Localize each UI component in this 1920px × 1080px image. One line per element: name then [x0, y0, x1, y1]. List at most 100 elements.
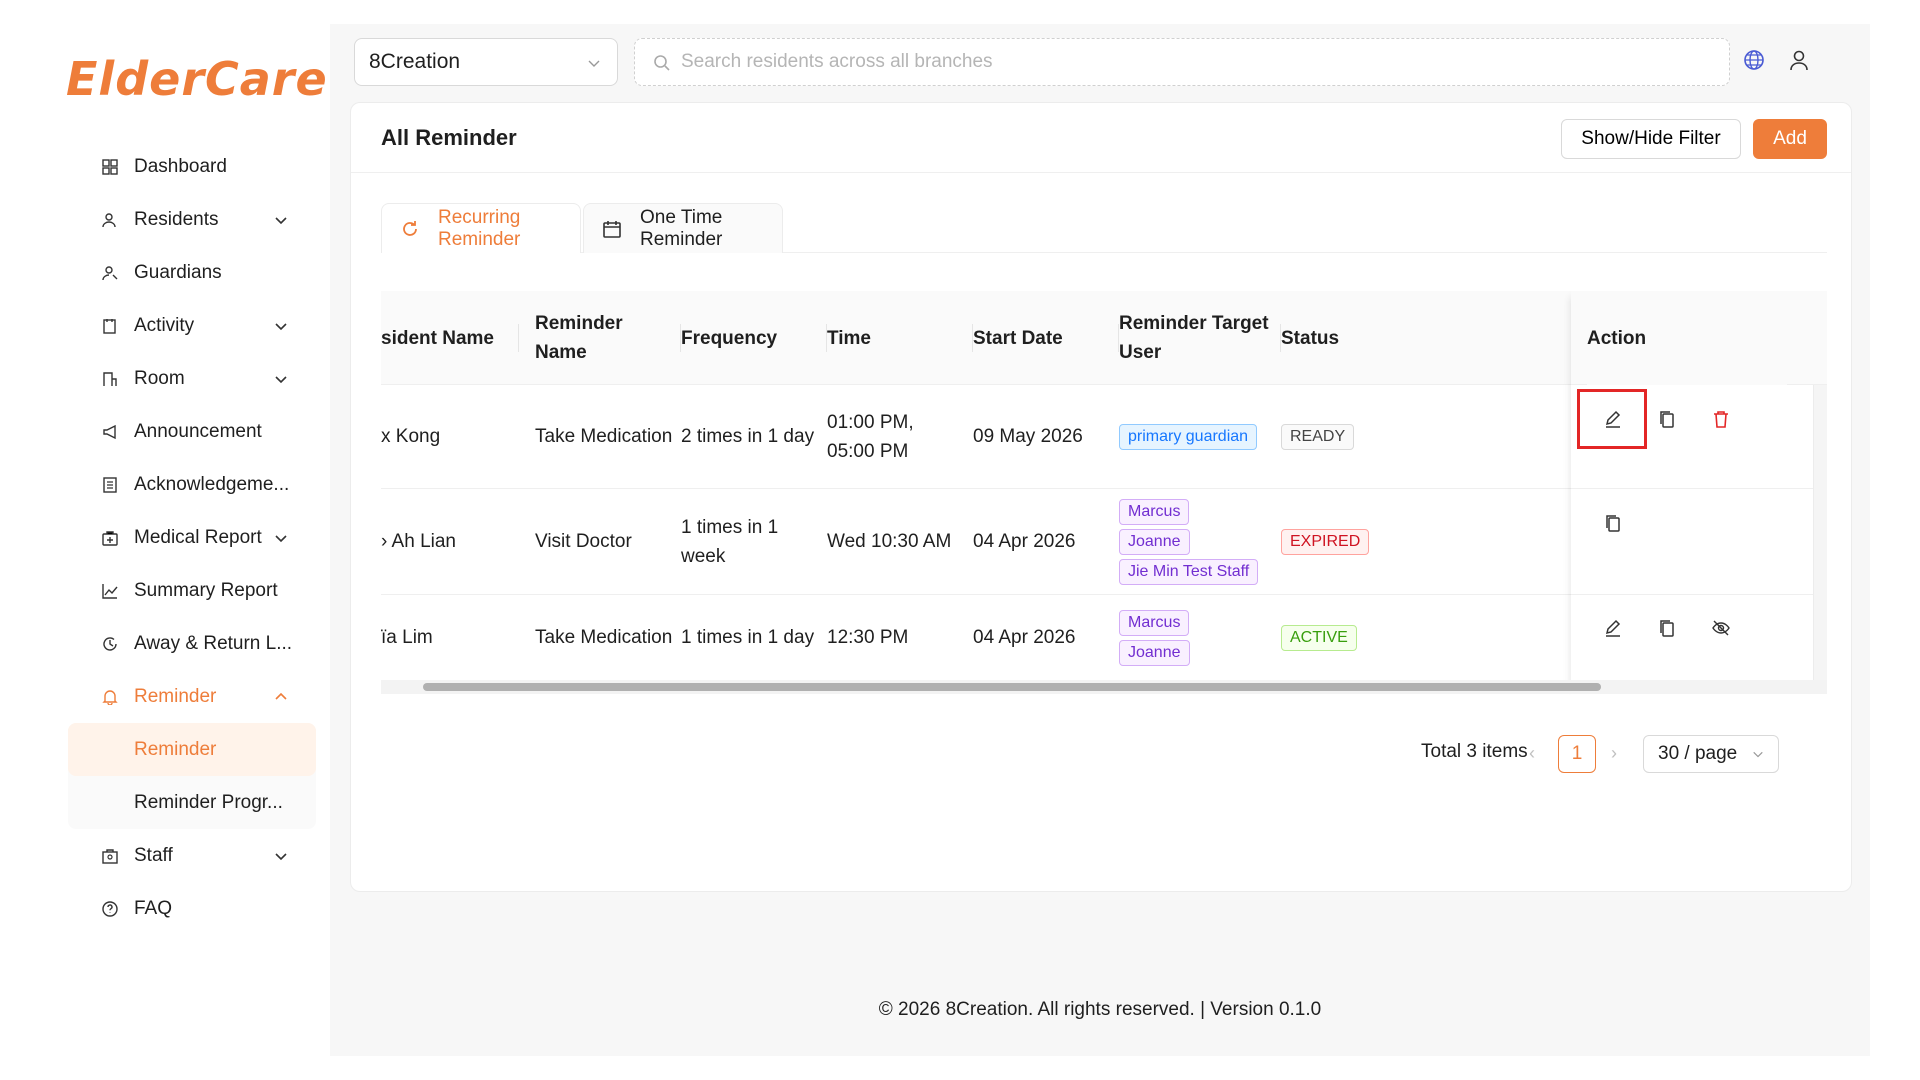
branch-select[interactable]: 8Creation — [354, 38, 618, 86]
sidebar-item-label: Announcement — [134, 420, 262, 442]
reminder-tabs: Recurring Reminder One Time Reminder — [381, 203, 1827, 253]
cell-start-date: 04 Apr 2026 — [973, 531, 1076, 552]
calendar-icon — [603, 221, 621, 238]
cell-resident-name: ïa Lim — [381, 627, 433, 648]
chevron-right-icon[interactable]: › — [1611, 743, 1617, 764]
show-hide-filter-button[interactable]: Show/Hide Filter — [1561, 119, 1741, 159]
chevron-down-icon — [275, 853, 287, 861]
delete-icon[interactable] — [1707, 405, 1735, 433]
tab-label: One Time Reminder — [640, 206, 723, 250]
target-tag: primary guardian — [1119, 423, 1258, 450]
sidebar-nav: Dashboard Residents Guardians Activity R… — [68, 140, 316, 935]
copy-icon[interactable] — [1599, 509, 1627, 537]
globe-icon[interactable] — [1743, 49, 1765, 71]
app-logo[interactable]: ElderCare+ — [66, 52, 367, 106]
cell-reminder-name: Visit Doctor — [535, 531, 632, 552]
announcement-icon — [101, 423, 119, 441]
cell-target-user: Marcus Joanne Jie Min Test Staff — [1119, 489, 1281, 594]
chevron-down-icon — [275, 535, 287, 543]
chevron-down-icon — [275, 376, 287, 384]
submenu-item-reminder-progress[interactable]: Reminder Progr... — [68, 776, 316, 829]
sidebar-item-acknowledgement[interactable]: Acknowledgeme... — [68, 458, 316, 511]
column-header-time[interactable]: Time — [827, 291, 973, 385]
target-tag: Marcus — [1119, 498, 1190, 525]
card-header: All Reminder Show/Hide Filter Add — [351, 103, 1851, 173]
sidebar-item-residents[interactable]: Residents — [68, 193, 316, 246]
page-size-select[interactable]: 30 / page — [1643, 735, 1779, 773]
pagination: Total 3 items ‹ 1 › 30 / page — [351, 733, 1851, 773]
sidebar-item-label: Residents — [134, 208, 219, 230]
header-label: sident Name — [381, 327, 494, 349]
add-button[interactable]: Add — [1753, 119, 1827, 159]
sidebar-item-room[interactable]: Room — [68, 352, 316, 405]
away-return-icon — [101, 635, 119, 653]
header-label: Time — [827, 327, 872, 349]
cell-target-user: primary guardian — [1119, 385, 1281, 488]
tab-one-time-reminder[interactable]: One Time Reminder — [583, 203, 783, 253]
action-column: Action — [1571, 291, 1827, 695]
target-tag: Jie Min Test Staff — [1119, 558, 1259, 585]
sidebar-item-reminder[interactable]: Reminder — [68, 670, 316, 723]
sidebar-item-dashboard[interactable]: Dashboard — [68, 140, 316, 193]
edit-icon[interactable] — [1599, 405, 1627, 433]
sidebar-item-guardians[interactable]: Guardians — [68, 246, 316, 299]
column-header-reminder-name[interactable]: Reminder Name — [535, 291, 681, 385]
sidebar-item-label: Guardians — [134, 261, 222, 283]
sidebar-item-announcement[interactable]: Announcement — [68, 405, 316, 458]
column-header-status[interactable]: Status — [1281, 291, 1391, 385]
header-label: Frequency — [681, 327, 778, 349]
sidebar-item-label: Staff — [134, 844, 173, 866]
tab-recurring-reminder[interactable]: Recurring Reminder — [381, 203, 581, 253]
copy-icon[interactable] — [1653, 614, 1681, 642]
chevron-down-icon — [588, 60, 600, 67]
user-icon[interactable] — [1788, 49, 1810, 71]
reminder-table: sident Name Reminder Name Frequency Time … — [381, 291, 1827, 695]
scroll-thumb[interactable] — [423, 683, 1601, 691]
cell-resident-name: x Kong — [381, 426, 441, 447]
medical-report-icon — [101, 529, 119, 547]
search-icon — [654, 55, 670, 71]
sidebar-item-summary-report[interactable]: Summary Report — [68, 564, 316, 617]
sidebar-item-label: Activity — [134, 314, 195, 336]
column-header-start-date[interactable]: Start Date — [973, 291, 1119, 385]
staff-icon — [101, 847, 119, 865]
summary-report-icon — [101, 582, 119, 600]
sidebar-item-staff[interactable]: Staff — [68, 829, 316, 882]
chevron-down-icon — [275, 217, 287, 225]
page-number-1[interactable]: 1 — [1558, 735, 1596, 773]
edit-icon[interactable] — [1599, 614, 1627, 642]
sidebar-item-away-return[interactable]: Away & Return L... — [68, 617, 316, 670]
status-badge: READY — [1281, 423, 1355, 450]
copy-icon[interactable] — [1653, 405, 1681, 433]
sidebar-item-label: Reminder — [134, 738, 217, 760]
horizontal-scrollbar[interactable] — [381, 680, 1827, 694]
branch-select-value: 8Creation — [369, 50, 461, 73]
cell-time: 01:00 PM, 05:00 PM — [827, 385, 973, 488]
column-header-frequency[interactable]: Frequency — [681, 291, 827, 385]
reminder-card: All Reminder Show/Hide Filter Add Recurr… — [350, 102, 1852, 892]
chevron-left-icon[interactable]: ‹ — [1529, 743, 1535, 764]
sidebar-item-medical-report[interactable]: Medical Report — [68, 511, 316, 564]
sidebar-item-label: Away & Return L... — [134, 632, 293, 654]
time-line: 01:00 PM, — [827, 411, 914, 433]
time-line: 05:00 PM — [827, 440, 909, 462]
app-root: ElderCare+ Dashboard Residents Guardians… — [0, 0, 1920, 1080]
cell-status: READY — [1281, 385, 1391, 488]
cell-frequency: 2 times in 1 day — [681, 426, 815, 447]
column-header-resident-name[interactable]: sident Name — [381, 291, 519, 385]
guardians-icon — [101, 264, 119, 282]
reminder-submenu: Reminder Reminder Progr... — [68, 723, 316, 829]
column-header-target-user[interactable]: Reminder Target User — [1119, 291, 1281, 385]
cell-reminder-name: Take Medication — [535, 426, 673, 447]
search-input[interactable]: Search residents across all branches — [634, 38, 1730, 86]
sidebar-item-activity[interactable]: Activity — [68, 299, 316, 352]
room-icon — [101, 370, 119, 388]
frequency-line: 1 times in 1 — [681, 516, 779, 538]
bell-icon — [101, 688, 119, 706]
chevron-down-icon — [275, 323, 287, 331]
sidebar: ElderCare+ Dashboard Residents Guardians… — [0, 0, 366, 1080]
hide-icon[interactable] — [1707, 614, 1735, 642]
sidebar-item-faq[interactable]: FAQ — [68, 882, 316, 935]
submenu-item-reminder[interactable]: Reminder — [68, 723, 316, 776]
footer-text: © 2026 8Creation. All rights reserved. |… — [878, 999, 1322, 1020]
